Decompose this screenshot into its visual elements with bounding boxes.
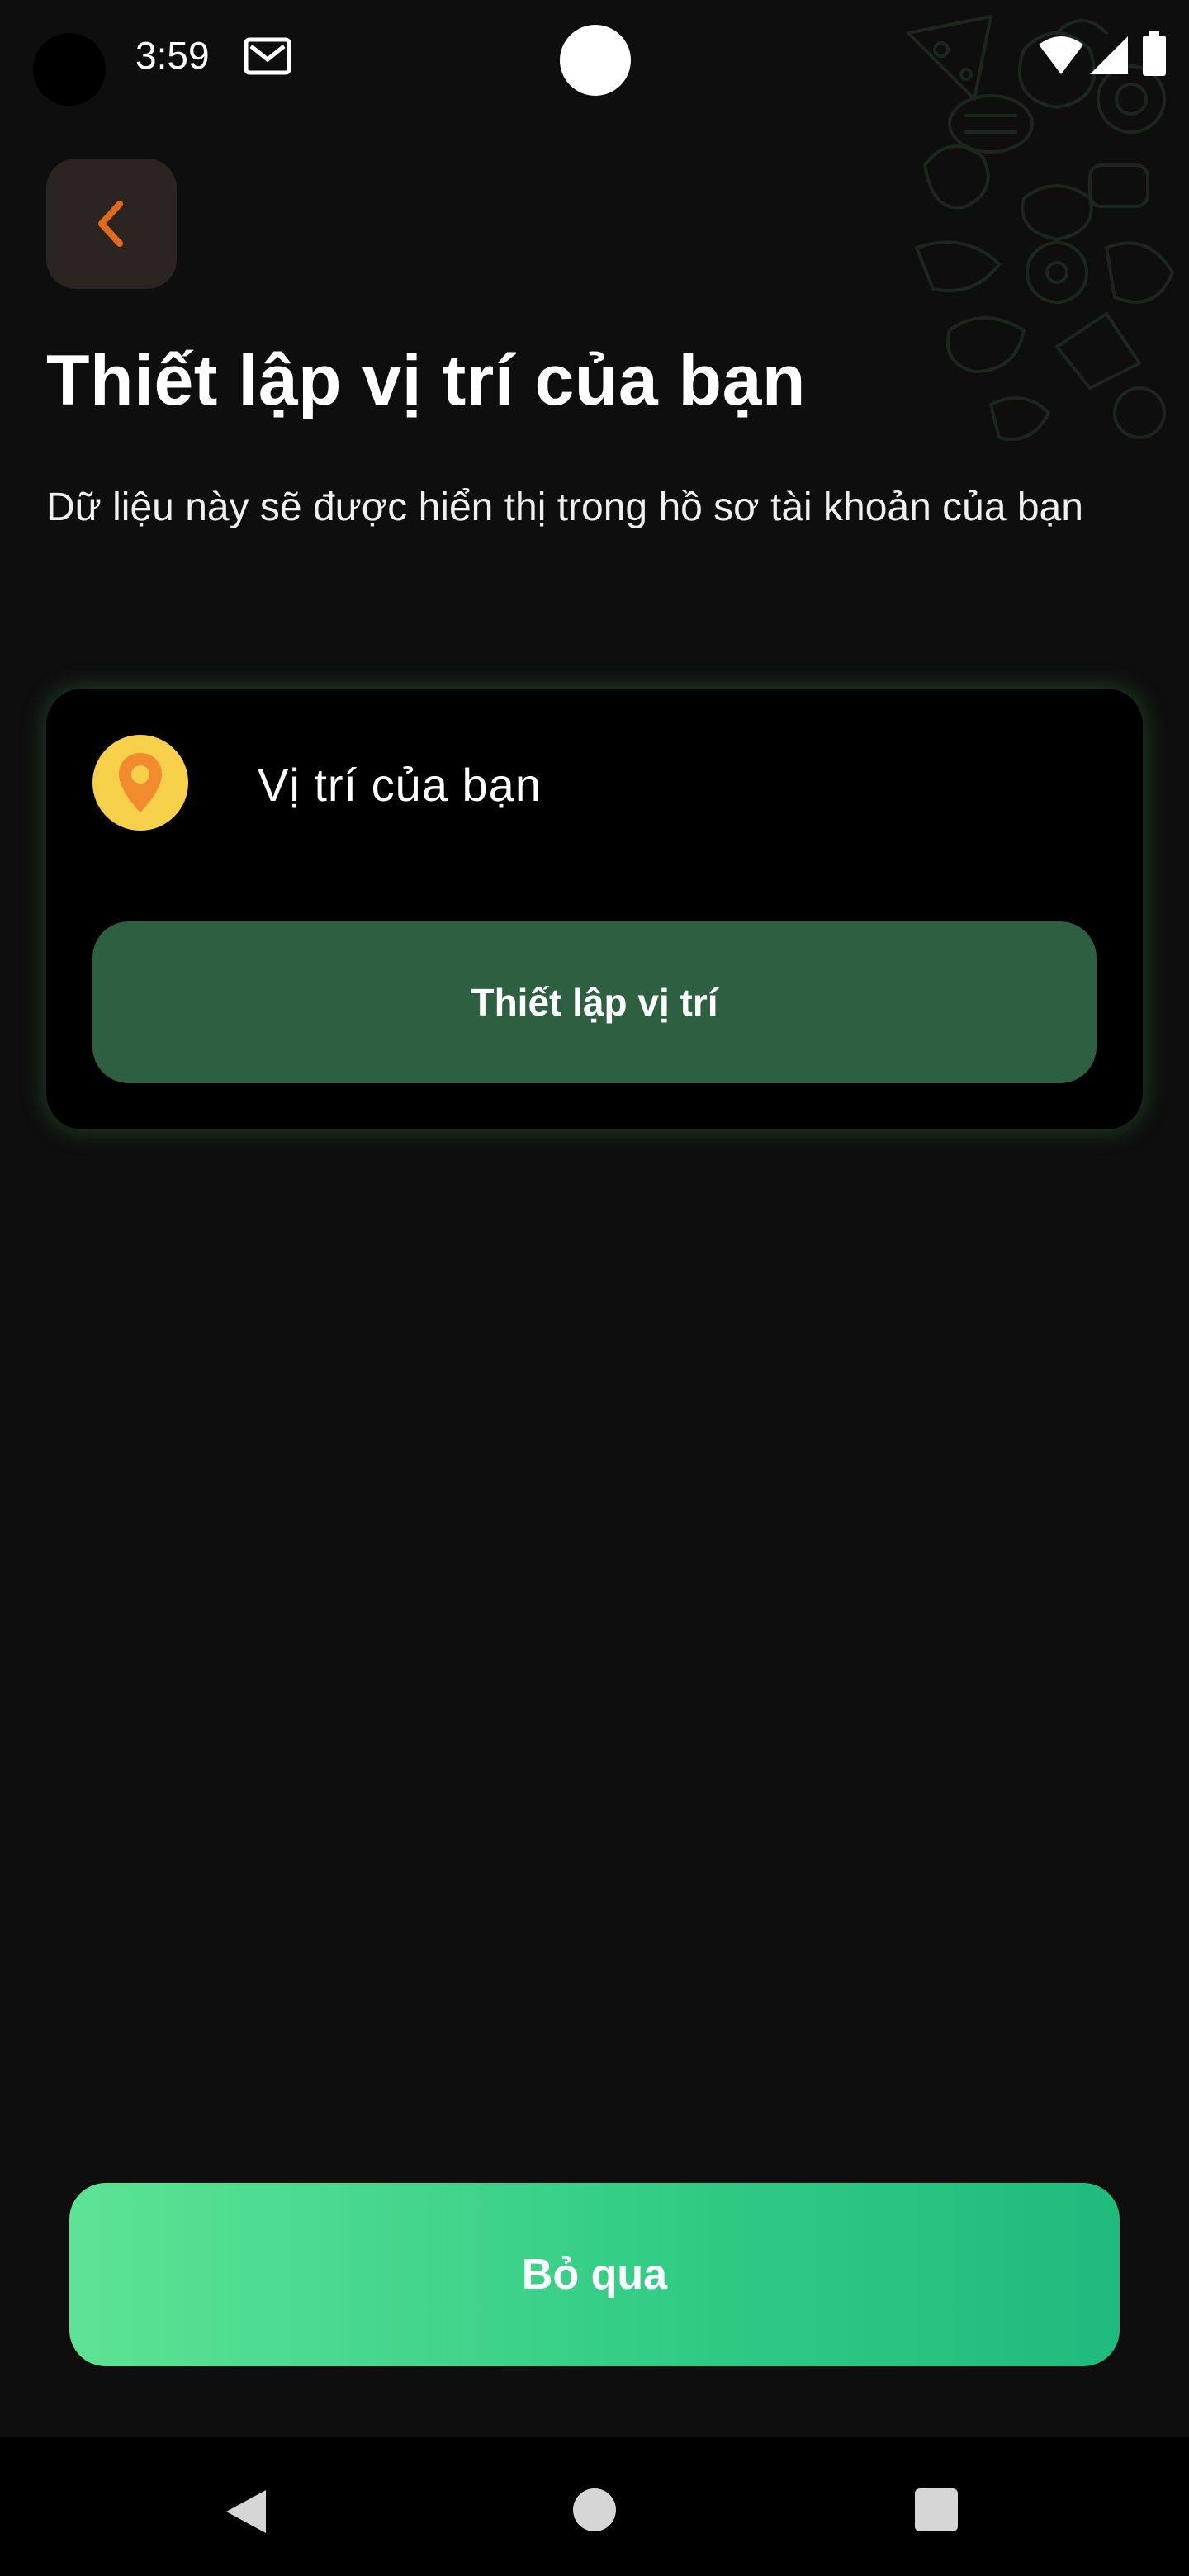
camera-cutout: [33, 33, 106, 106]
gmail-icon: [244, 37, 291, 75]
page-title: Thiết lập vị trí của bạn: [46, 341, 806, 420]
location-label: Vị trí của bạn: [258, 759, 542, 811]
wifi-icon: [1039, 36, 1083, 74]
page-subtitle: Dữ liệu này sẽ được hiển thị trong hồ sơ…: [46, 485, 1083, 529]
back-button[interactable]: [46, 159, 177, 289]
location-card: Vị trí của bạn Thiết lập vị trí: [46, 689, 1143, 1129]
location-pin-icon: [119, 753, 162, 812]
nav-recents-icon[interactable]: [915, 2488, 958, 2531]
nav-back-icon[interactable]: [223, 2487, 269, 2536]
battery-icon: [1143, 31, 1166, 76]
cell-signal-icon: [1090, 36, 1128, 74]
status-bar: 3:59: [0, 0, 1189, 116]
location-pin-badge: [92, 735, 188, 831]
front-sensor: [560, 25, 631, 96]
set-location-button[interactable]: Thiết lập vị trí: [92, 921, 1097, 1083]
status-time: 3:59: [135, 34, 210, 77]
navigation-bar: [0, 2437, 1189, 2576]
skip-button[interactable]: Bỏ qua: [69, 2183, 1120, 2366]
nav-home-icon[interactable]: [573, 2488, 616, 2531]
chevron-left-icon: [98, 201, 123, 247]
